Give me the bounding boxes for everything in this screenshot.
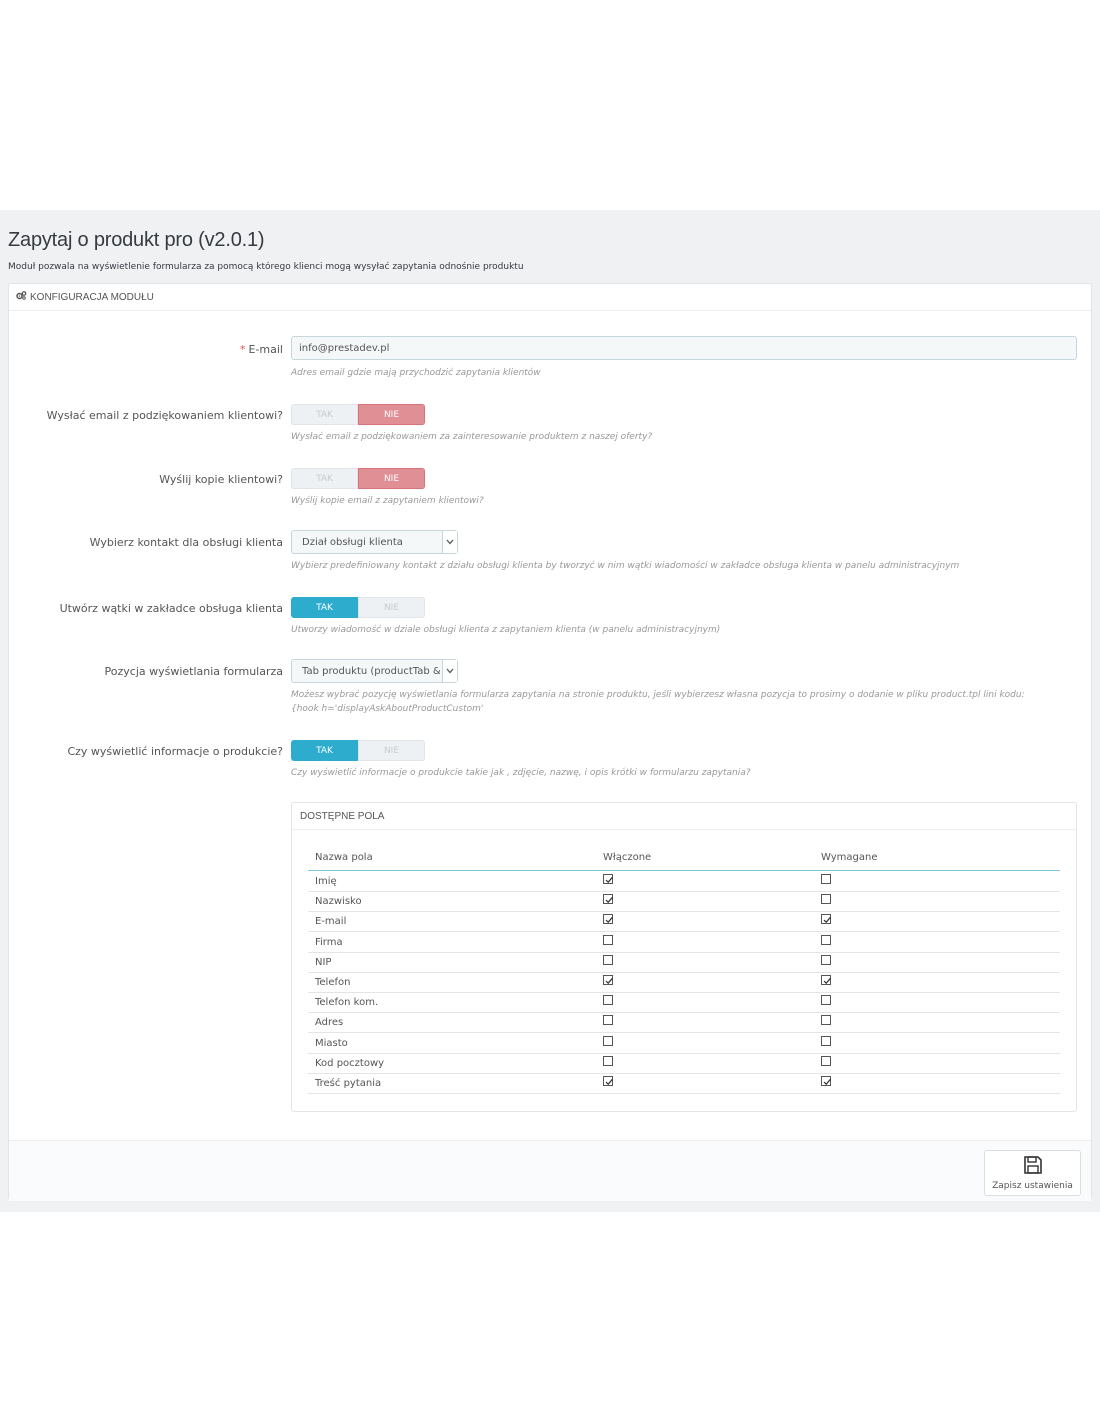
- table-row: Treść pytania: [308, 1073, 1060, 1094]
- table-row: Miasto: [308, 1033, 1060, 1054]
- enabled-checkbox[interactable]: [603, 894, 613, 905]
- table-row: Firma: [308, 932, 1060, 953]
- page-description: Moduł pozwala na wyświetlenie formularza…: [8, 262, 524, 272]
- position-select[interactable]: Tab produktu (productTab &: [291, 659, 458, 683]
- page-title: Zapytaj o produkt pro (v2.0.1): [8, 229, 265, 251]
- field-name: E-mail: [315, 916, 347, 928]
- table-row: Kod pocztowy: [308, 1053, 1060, 1074]
- contact-help: Wybierz predefiniowany kontakt z działu …: [291, 561, 960, 571]
- required-checkbox[interactable]: [821, 975, 831, 985]
- position-help-1: Możesz wybrać pozycję wyświetlania formu…: [291, 690, 1025, 700]
- table-row: Adres: [308, 1012, 1060, 1034]
- save-label: Zapisz ustawienia: [992, 1181, 1073, 1191]
- product-info-help: Czy wyświetlić informacje o produkcie ta…: [291, 768, 751, 778]
- module-config-panel: KONFIGURACJA MODUŁU * E-mail info@prestad…: [8, 283, 1092, 1201]
- table-row: Imię: [308, 871, 1060, 892]
- field-name: Telefon: [315, 977, 351, 988]
- create-threads-switch: TAK NIE: [291, 597, 425, 618]
- field-name: Firma: [315, 936, 343, 948]
- field-name: NIP: [315, 956, 332, 968]
- field-name: Nazwisko: [315, 896, 362, 908]
- required-checkbox[interactable]: [821, 894, 831, 905]
- required-checkbox[interactable]: [821, 1035, 831, 1046]
- enabled-checkbox[interactable]: [603, 1055, 613, 1066]
- required-checkbox[interactable]: [821, 914, 831, 925]
- email-label: * E-mail: [240, 343, 283, 356]
- enabled-checkbox[interactable]: [603, 874, 613, 884]
- create-threads-help: Utworzy wiadomość w dziale obsługi klien…: [291, 625, 721, 635]
- thanks-email-help: Wysłać email z podziękowaniem za zainter…: [291, 432, 653, 442]
- panel-heading: KONFIGURACJA MODUŁU: [9, 284, 1091, 311]
- copy-client-yes[interactable]: TAK: [291, 468, 358, 489]
- create-threads-label: Utwórz wątki w zakładce obsługa klienta: [59, 602, 283, 615]
- table-row: Telefon kom.: [308, 992, 1060, 1014]
- required-checkbox[interactable]: [821, 1015, 831, 1026]
- field-name: Telefon kom.: [315, 997, 379, 1009]
- enabled-checkbox[interactable]: [603, 1015, 613, 1026]
- field-name: Imię: [315, 876, 337, 887]
- product-info-yes[interactable]: TAK: [291, 740, 358, 761]
- chevron-down-icon: [442, 531, 457, 553]
- chevron-down-icon: [442, 660, 457, 682]
- copy-client-no[interactable]: NIE: [358, 468, 425, 489]
- thanks-email-no[interactable]: NIE: [358, 404, 425, 425]
- table-row: E-mail: [308, 911, 1060, 933]
- required-mark: *: [240, 343, 246, 356]
- email-input[interactable]: info@prestadev.pl: [291, 336, 1077, 360]
- copy-client-help: Wyślij kopie email z zapytaniem klientow…: [291, 496, 484, 506]
- contact-select[interactable]: Dział obsługi klienta: [291, 530, 458, 554]
- available-fields-title: DOSTĘPNE POLA: [292, 803, 1076, 830]
- panel-title: KONFIGURACJA MODUŁU: [30, 291, 154, 303]
- product-info-switch: TAK NIE: [291, 740, 425, 761]
- required-checkbox[interactable]: [821, 1055, 831, 1066]
- thanks-email-switch: TAK NIE: [291, 404, 425, 425]
- required-checkbox[interactable]: [821, 1076, 831, 1086]
- field-name: Treść pytania: [315, 1078, 382, 1089]
- product-info-label: Czy wyświetlić informacje o produkcie?: [67, 745, 283, 758]
- email-help: Adres email gdzie mają przychodzić zapyt…: [291, 368, 541, 378]
- copy-client-label: Wyślij kopie klientowi?: [159, 473, 283, 486]
- cogs-icon: [16, 291, 30, 303]
- enabled-checkbox[interactable]: [603, 1035, 613, 1046]
- copy-client-switch: TAK NIE: [291, 468, 425, 489]
- thanks-email-label: Wysłać email z podziękowaniem klientowi?: [46, 409, 283, 422]
- create-threads-no[interactable]: NIE: [358, 597, 425, 618]
- column-header-name: Nazwa pola: [315, 852, 373, 863]
- column-header-enabled: Włączone: [603, 852, 652, 863]
- required-checkbox[interactable]: [821, 995, 831, 1006]
- enabled-checkbox[interactable]: [603, 914, 613, 925]
- field-name: Kod pocztowy: [315, 1057, 385, 1069]
- required-checkbox[interactable]: [821, 954, 831, 965]
- position-label: Pozycja wyświetlania formularza: [104, 665, 283, 678]
- column-header-required: Wymagane: [821, 852, 878, 863]
- field-name: Miasto: [315, 1037, 348, 1049]
- required-checkbox[interactable]: [821, 874, 831, 884]
- enabled-checkbox[interactable]: [603, 1076, 613, 1086]
- create-threads-yes[interactable]: TAK: [291, 597, 358, 618]
- fields-table-header: Nazwa pola Włączone Wymagane: [308, 850, 1060, 871]
- floppy-disk-icon: [1023, 1155, 1043, 1181]
- table-row: Telefon: [308, 972, 1060, 993]
- contact-label: Wybierz kontakt dla obsługi klienta: [89, 536, 283, 549]
- table-row: Nazwisko: [308, 891, 1060, 913]
- position-help-2: {hook h='displayAskAboutProductCustom': [291, 704, 484, 714]
- thanks-email-yes[interactable]: TAK: [291, 404, 358, 425]
- product-info-no[interactable]: NIE: [358, 740, 425, 761]
- enabled-checkbox[interactable]: [603, 954, 613, 965]
- field-name: Adres: [315, 1017, 344, 1029]
- enabled-checkbox[interactable]: [603, 934, 613, 945]
- table-row: NIP: [308, 952, 1060, 973]
- enabled-checkbox[interactable]: [603, 995, 613, 1006]
- enabled-checkbox[interactable]: [603, 975, 613, 985]
- required-checkbox[interactable]: [821, 934, 831, 945]
- panel-footer: Zapisz ustawienia: [9, 1140, 1091, 1201]
- available-fields-panel: DOSTĘPNE POLA Nazwa pola Włączone Wymaga…: [291, 802, 1077, 1112]
- save-button[interactable]: Zapisz ustawienia: [984, 1150, 1081, 1196]
